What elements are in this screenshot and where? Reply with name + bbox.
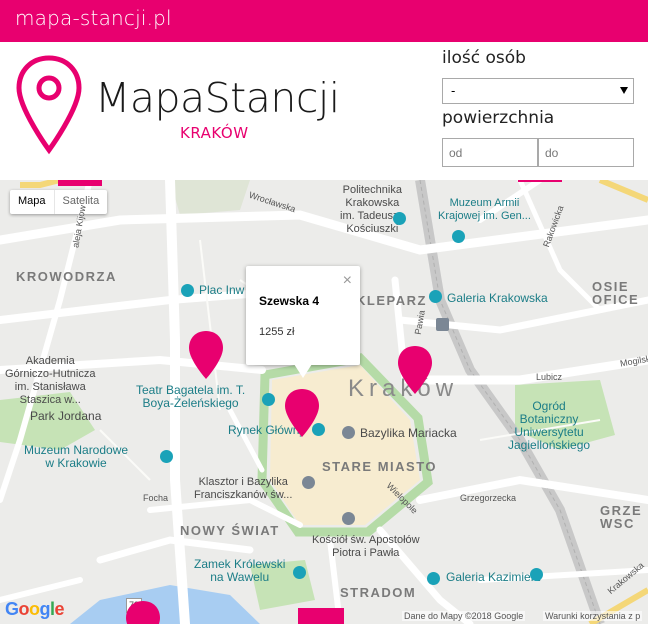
dropdown-arrow-icon [620,87,628,94]
poi-politechnika-icon[interactable] [393,212,406,225]
street-lubicz: Lubicz [536,372,563,382]
people-count-select[interactable]: - [442,78,634,104]
people-count-label: ilość osób [442,48,526,68]
district-osiedle: OSIE OFICE [592,279,640,307]
listing-infowindow[interactable]: × Szewska 4 1255 zł [246,266,360,378]
accent-strip [518,180,562,182]
poi-teatr-icon[interactable] [262,393,275,406]
poi-klasztor-icon[interactable] [302,476,315,489]
district-stare-miasto: STARE MIASTO [322,459,438,474]
area-to-input[interactable]: do [538,138,634,167]
label-kosciol[interactable]: Kościół św. Apostołów Piotra i Pawła [312,534,420,560]
map-type-control: Mapa Satelita [10,190,108,214]
poi-kosciol-icon[interactable] [342,512,355,525]
label-teatr-bagatela[interactable]: Teatr Bagatela im. T. Boya-Żeleńskiego [136,384,245,410]
poi-shop-icon[interactable] [530,568,543,581]
site-domain-link[interactable]: mapa-stancji.pl [15,6,172,30]
label-galeria-krakowska[interactable]: Galeria Krakowska [447,292,548,305]
accent-strip [58,180,102,186]
area-label: powierzchnia [442,108,555,128]
close-icon[interactable]: × [343,273,352,289]
poi-museum-icon[interactable] [452,230,465,243]
label-muzeum-narodowe[interactable]: Muzeum Narodowe w Krakowie [24,444,128,470]
label-plac-inwalidow[interactable]: Plac Inw [199,284,244,297]
listing-price: 1255 zł [259,326,295,338]
label-zamek-krolewski[interactable]: Zamek Królewski na Wawelu [194,558,285,584]
poi-galeria-kazimierz-icon[interactable] [427,572,440,585]
poi-bazylika-icon[interactable] [342,426,355,439]
district-grzegorzki: GRZE WSC [600,503,643,531]
poi-galeria-krakowska-icon[interactable] [429,290,442,303]
map-pin-logo-icon[interactable] [14,54,84,160]
listing-address: Szewska 4 [259,294,320,308]
accent-strip [298,608,344,624]
map[interactable]: Mapa Satelita Politechnika Krakowska im. T… [0,180,648,624]
label-galeria-kazimierz[interactable]: Galeria Kazimierz [446,571,541,584]
top-bar: mapa-stancji.pl [0,0,648,42]
map-data-attribution[interactable]: Dane do Mapy ©2018 Google [402,611,526,621]
label-politechnika[interactable]: Politechnika Krakowska im. Tadeusza Kościus… [340,184,405,236]
area-from-input[interactable]: od [442,138,538,167]
terms-of-use-link[interactable]: Warunki korzystania z p [543,611,643,621]
label-akademia[interactable]: Akademia Górniczo-Hutnicza im. Stanisława S… [5,355,95,407]
poi-zamek-icon[interactable] [293,566,306,579]
label-klasztor[interactable]: Klasztor i Bazylika Franciszkanów św... [194,476,292,502]
listing-pin-icon[interactable] [284,388,320,438]
header: MapaStancji KRAKÓW ilość osób - powierzc… [0,42,648,180]
listing-pin-icon[interactable] [125,600,161,624]
listing-pin-icon[interactable] [188,330,224,380]
street-grzegorzecka: Grzegorzecka [460,493,517,503]
listing-pin-icon[interactable] [397,345,433,395]
district-nowy-swiat: NOWY ŚWIAT [180,523,280,538]
label-muzeum-armii[interactable]: Muzeum Armii Krajowej im. Gen... [438,197,531,223]
people-count-value: - [451,83,456,98]
label-ogrod-botaniczny[interactable]: Ogród Botaniczny Uniwersytetu Jagiellońskie… [508,400,590,452]
district-kleparz: KLEPARZ [356,293,427,308]
train-station-icon[interactable] [436,318,449,331]
label-bazylika-mariacka[interactable]: Bazylika Mariacka [360,427,457,440]
poi-muzeum-narodowe-icon[interactable] [160,450,173,463]
map-type-map-button[interactable]: Mapa [10,190,54,214]
google-logo[interactable]: Google [5,599,65,620]
district-stradom: STRADOM [340,585,417,600]
district-krowodrza: KROWODRZA [16,269,117,284]
brand-city: KRAKÓW [180,124,249,142]
brand-name[interactable]: MapaStancji [95,74,340,122]
label-park-jordana[interactable]: Park Jordana [30,410,101,423]
poi-plac-inwalidow-icon[interactable] [181,284,194,297]
infowindow-tail [294,364,312,378]
street-focha: Focha [143,493,169,503]
